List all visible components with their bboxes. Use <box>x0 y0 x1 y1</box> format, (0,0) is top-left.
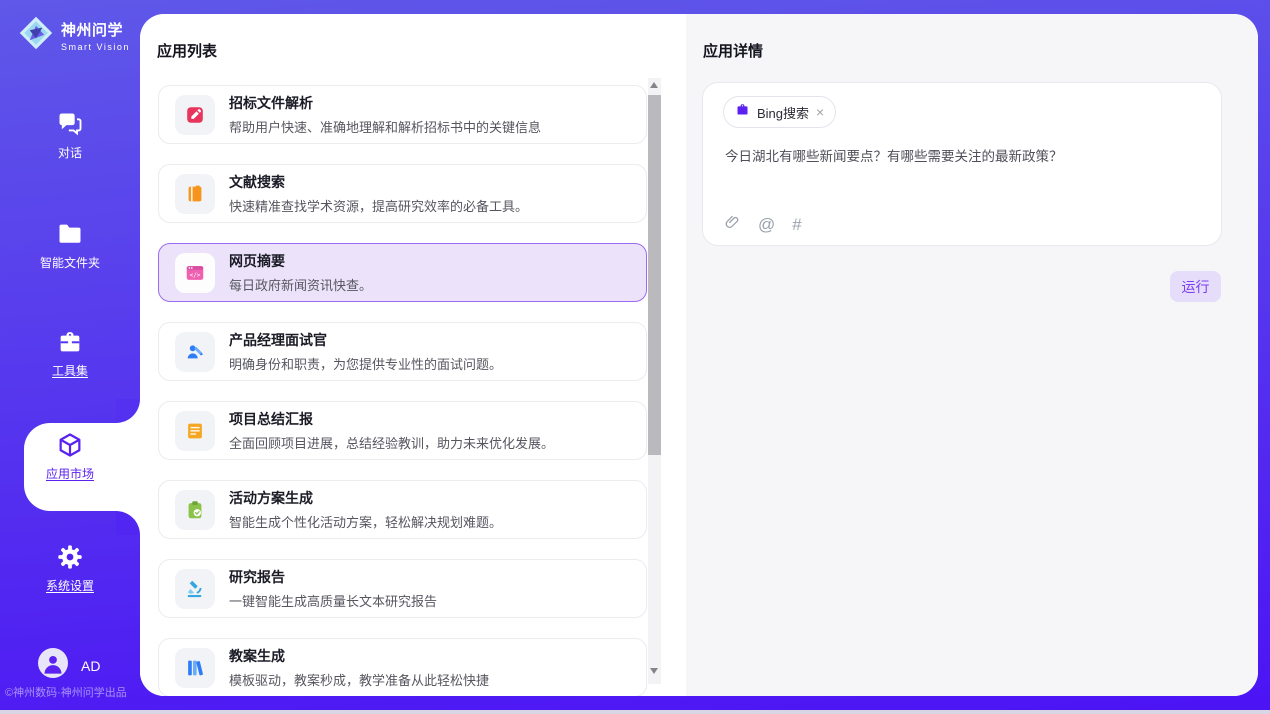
cube-icon <box>56 431 84 459</box>
diamond-logo-icon <box>18 15 54 56</box>
scroll-down-icon[interactable] <box>650 668 658 674</box>
folder-icon <box>56 220 84 248</box>
hash-icon[interactable]: # <box>792 215 801 235</box>
main-content: 应用列表 招标文件解析 帮助用户快速、准确地理解和解析招标书中的关键信息 <box>140 14 1258 696</box>
sidebar-item-label: 系统设置 <box>46 577 94 594</box>
sidebar-item-settings[interactable]: 系统设置 <box>0 543 140 595</box>
app-description: 快速精准查找学术资源，提高研究效率的必备工具。 <box>229 196 528 215</box>
sidebar-item-app-market[interactable]: 应用市场 <box>0 431 140 483</box>
app-name: 研究报告 <box>229 567 437 587</box>
app-card-selected[interactable]: </> 网页摘要 每日政府新闻资讯快查。 <box>158 243 647 302</box>
app-name: 教案生成 <box>229 646 489 666</box>
sidebar: 神州问学 Smart Vision 对话 智能文件夹 <box>0 0 140 714</box>
close-icon[interactable]: × <box>816 105 824 119</box>
brand-subtitle: Smart Vision <box>61 42 130 52</box>
tool-chip-label: Bing搜索 <box>757 103 809 122</box>
interviewer-icon <box>175 332 215 372</box>
app-list-panel: 应用列表 招标文件解析 帮助用户快速、准确地理解和解析招标书中的关键信息 <box>140 14 686 696</box>
app-name: 活动方案生成 <box>229 488 502 508</box>
app-detail-panel: 应用详情 Bing搜索 × 今日湖北有哪些新闻要点？有哪些需要关注的最新政策？ <box>686 14 1258 696</box>
summary-report-icon <box>175 411 215 451</box>
svg-text:</>: </> <box>190 271 201 278</box>
app-description: 智能生成个性化活动方案，轻松解决规划难题。 <box>229 512 502 531</box>
app-list-title: 应用列表 <box>157 40 217 61</box>
toolbox-icon <box>56 328 84 356</box>
user-initials: AD <box>81 658 100 674</box>
sidebar-item-smart-folder[interactable]: 智能文件夹 <box>0 220 140 272</box>
app-description: 帮助用户快速、准确地理解和解析招标书中的关键信息 <box>229 117 541 136</box>
sidebar-item-label: 工具集 <box>52 362 88 379</box>
app-card[interactable]: 研究报告 一键智能生成高质量长文本研究报告 <box>158 559 647 618</box>
app-card[interactable]: 招标文件解析 帮助用户快速、准确地理解和解析招标书中的关键信息 <box>158 85 647 144</box>
app-description: 每日政府新闻资讯快查。 <box>229 275 372 294</box>
app-card[interactable]: 项目总结汇报 全面回顾项目进展，总结经验教训，助力未来优化发展。 <box>158 401 647 460</box>
run-button[interactable]: 运行 <box>1170 271 1221 302</box>
sidebar-item-label: 对话 <box>58 144 82 161</box>
brand-name: 神州问学 <box>61 19 130 40</box>
app-card[interactable]: 文献搜索 快速精准查找学术资源，提高研究效率的必备工具。 <box>158 164 647 223</box>
webpage-code-icon: </> <box>175 253 215 293</box>
app-card[interactable]: 教案生成 模板驱动，教案秒成，教学准备从此轻松快捷 <box>158 638 647 696</box>
scrollbar-thumb[interactable] <box>648 95 661 455</box>
app-name: 网页摘要 <box>229 251 372 271</box>
sidebar-item-toolset[interactable]: 工具集 <box>0 328 140 380</box>
mention-at-icon[interactable]: @ <box>758 215 775 235</box>
brand-logo: 神州问学 Smart Vision <box>18 15 130 56</box>
scroll-up-icon[interactable] <box>650 82 658 88</box>
chat-icon <box>56 110 84 138</box>
app-name: 文献搜索 <box>229 172 528 192</box>
app-description: 明确身份和职责，为您提供专业性的面试问题。 <box>229 354 502 373</box>
sidebar-item-label: 应用市场 <box>46 465 94 482</box>
document-edit-icon <box>175 95 215 135</box>
query-text-input[interactable]: 今日湖北有哪些新闻要点？有哪些需要关注的最新政策？ <box>725 145 1195 165</box>
microscope-icon <box>175 569 215 609</box>
app-name: 招标文件解析 <box>229 93 541 113</box>
app-detail-title: 应用详情 <box>703 40 763 61</box>
app-card[interactable]: 产品经理面试官 明确身份和职责，为您提供专业性的面试问题。 <box>158 322 647 381</box>
input-toolbar: @ # <box>723 213 802 236</box>
book-icon <box>175 174 215 214</box>
paperclip-icon[interactable] <box>723 213 741 236</box>
sidebar-item-chat[interactable]: 对话 <box>0 110 140 162</box>
tool-chip-bing-search[interactable]: Bing搜索 × <box>723 96 836 128</box>
briefcase-icon <box>735 102 750 122</box>
gear-icon <box>56 543 84 571</box>
copyright-footer: ©神州数码·神州问学出品 <box>5 684 140 700</box>
user-avatar-icon <box>38 648 68 683</box>
query-input-card[interactable]: Bing搜索 × 今日湖北有哪些新闻要点？有哪些需要关注的最新政策？ @ # <box>702 82 1222 246</box>
clipboard-check-icon <box>175 490 215 530</box>
app-card[interactable]: 活动方案生成 智能生成个性化活动方案，轻松解决规划难题。 <box>158 480 647 539</box>
bottom-edge-strip <box>0 710 1270 714</box>
app-name: 项目总结汇报 <box>229 409 554 429</box>
app-description: 模板驱动，教案秒成，教学准备从此轻松快捷 <box>229 670 489 689</box>
user-account[interactable]: AD <box>38 648 100 683</box>
app-card-list: 招标文件解析 帮助用户快速、准确地理解和解析招标书中的关键信息 文献搜索 快速精… <box>158 85 647 696</box>
app-description: 一键智能生成高质量长文本研究报告 <box>229 591 437 610</box>
books-icon <box>175 648 215 688</box>
sidebar-item-label: 智能文件夹 <box>40 254 100 271</box>
app-description: 全面回顾项目进展，总结经验教训，助力未来优化发展。 <box>229 433 554 452</box>
app-name: 产品经理面试官 <box>229 330 502 350</box>
